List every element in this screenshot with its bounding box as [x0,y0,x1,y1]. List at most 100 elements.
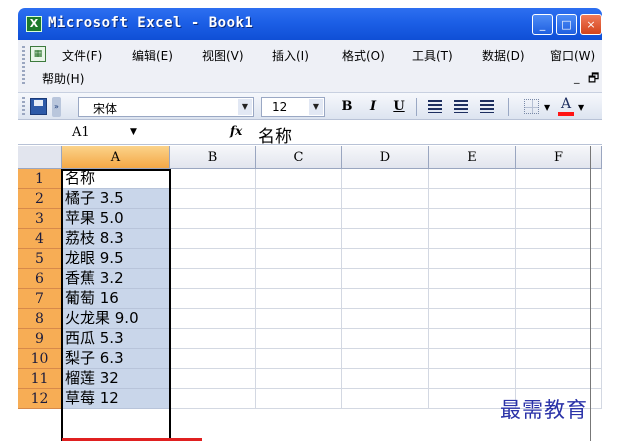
empty-cell[interactable] [170,369,256,389]
minimize-button[interactable]: _ [532,14,553,35]
empty-cell[interactable] [256,289,342,309]
menu-grip[interactable] [22,46,25,86]
row-header[interactable]: 11 [18,369,62,389]
empty-cell[interactable] [256,349,342,369]
row-header[interactable]: 3 [18,209,62,229]
empty-cell[interactable] [429,209,516,229]
align-center-icon[interactable] [454,100,468,113]
borders-dropdown-icon[interactable]: ▼ [544,103,550,112]
empty-cell[interactable] [170,229,256,249]
empty-cell[interactable] [256,169,342,189]
cell-a[interactable]: 名称 [62,169,170,189]
cell-a[interactable]: 荔枝 8.3 [62,229,170,249]
row-header[interactable]: 1 [18,169,62,189]
empty-cell[interactable] [170,189,256,209]
empty-cell[interactable] [429,309,516,329]
empty-cell[interactable] [170,269,256,289]
workbook-minimize-icon[interactable]: _ [574,71,580,84]
menu-data[interactable]: 数据(D) [482,47,525,64]
empty-cell[interactable] [429,349,516,369]
empty-cell[interactable] [342,349,429,369]
cell-a[interactable]: 龙眼 9.5 [62,249,170,269]
cell-a[interactable]: 草莓 12 [62,389,170,409]
cell-a[interactable]: 西瓜 5.3 [62,329,170,349]
close-button[interactable]: × [580,14,602,35]
font-size-select[interactable]: 12 ▼ [261,97,325,117]
menu-file[interactable]: 文件(F) [62,47,102,64]
empty-cell[interactable] [342,229,429,249]
empty-cell[interactable] [429,369,516,389]
empty-cell[interactable] [256,329,342,349]
empty-cell[interactable] [256,189,342,209]
row-header[interactable]: 5 [18,249,62,269]
empty-cell[interactable] [170,249,256,269]
empty-cell[interactable] [342,269,429,289]
workbook-icon[interactable]: ▦ [30,46,46,62]
empty-cell[interactable] [429,169,516,189]
cell-a[interactable]: 葡萄 16 [62,289,170,309]
cell-a[interactable]: 梨子 6.3 [62,349,170,369]
empty-cell[interactable] [170,309,256,329]
toolbar-overflow-icon[interactable]: » [52,97,61,117]
empty-cell[interactable] [429,269,516,289]
cell-a[interactable]: 苹果 5.0 [62,209,170,229]
select-all-corner[interactable] [18,146,62,169]
cell-a[interactable]: 香蕉 3.2 [62,269,170,289]
column-header-a[interactable]: A [62,146,170,169]
chevron-down-icon[interactable]: ▼ [309,99,323,115]
borders-icon[interactable] [524,99,539,114]
row-header[interactable]: 6 [18,269,62,289]
empty-cell[interactable] [256,269,342,289]
empty-cell[interactable] [256,309,342,329]
empty-cell[interactable] [342,209,429,229]
empty-cell[interactable] [256,209,342,229]
cell-a[interactable]: 火龙果 9.0 [62,309,170,329]
row-header[interactable]: 9 [18,329,62,349]
empty-cell[interactable] [256,369,342,389]
menu-help[interactable]: 帮助(H) [42,70,84,87]
empty-cell[interactable] [342,329,429,349]
empty-cell[interactable] [170,349,256,369]
menu-view[interactable]: 视图(V) [202,47,244,64]
empty-cell[interactable] [429,289,516,309]
bold-button[interactable]: B [338,97,356,117]
empty-cell[interactable] [342,189,429,209]
empty-cell[interactable] [170,289,256,309]
row-header[interactable]: 7 [18,289,62,309]
chevron-down-icon[interactable]: ▼ [130,127,137,137]
empty-cell[interactable] [256,389,342,409]
font-color-dropdown-icon[interactable]: ▼ [578,103,584,112]
row-header[interactable]: 12 [18,389,62,409]
align-left-icon[interactable] [428,100,442,113]
empty-cell[interactable] [170,329,256,349]
row-header[interactable]: 4 [18,229,62,249]
empty-cell[interactable] [429,249,516,269]
empty-cell[interactable] [429,189,516,209]
chevron-down-icon[interactable]: ▼ [238,99,252,115]
empty-cell[interactable] [170,209,256,229]
menu-insert[interactable]: 插入(I) [272,47,309,64]
italic-button[interactable]: I [364,97,382,117]
font-name-select[interactable]: 宋体 ▼ [78,97,254,117]
menu-window[interactable]: 窗口(W) [550,47,595,64]
column-header-b[interactable]: B [170,146,256,169]
workbook-restore-icon[interactable]: 🗗 [588,69,599,90]
empty-cell[interactable] [429,329,516,349]
empty-cell[interactable] [429,229,516,249]
row-header[interactable]: 10 [18,349,62,369]
toolbar-grip[interactable] [22,97,25,117]
empty-cell[interactable] [170,389,256,409]
name-box[interactable]: A1 ▼ [22,123,160,142]
empty-cell[interactable] [342,369,429,389]
empty-cell[interactable] [256,249,342,269]
empty-cell[interactable] [342,169,429,189]
empty-cell[interactable] [256,229,342,249]
column-header-c[interactable]: C [256,146,342,169]
row-header[interactable]: 8 [18,309,62,329]
align-right-icon[interactable] [480,100,494,113]
save-icon[interactable] [30,98,47,115]
menu-edit[interactable]: 编辑(E) [132,47,173,64]
empty-cell[interactable] [342,389,429,409]
cell-a[interactable]: 橘子 3.5 [62,189,170,209]
menu-tools[interactable]: 工具(T) [412,47,453,64]
